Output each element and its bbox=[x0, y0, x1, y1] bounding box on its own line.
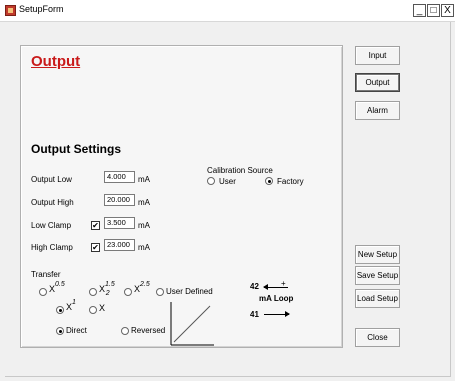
output-high-label: Output High bbox=[31, 198, 74, 207]
calibration-user-label: User bbox=[219, 177, 236, 186]
high-clamp-unit: mA bbox=[138, 243, 150, 252]
output-low-unit: mA bbox=[138, 175, 150, 184]
new-setup-button[interactable]: New Setup bbox=[355, 245, 400, 264]
reversed-radio[interactable] bbox=[121, 327, 129, 335]
transfer-curve-graph bbox=[170, 302, 214, 346]
reversed-label: Reversed bbox=[131, 326, 166, 335]
calibration-user-radio[interactable] bbox=[207, 177, 215, 185]
loop-plus-sign: + bbox=[281, 279, 286, 288]
transfer-x1-label: X1 bbox=[66, 299, 76, 312]
transfer-x15-radio[interactable] bbox=[89, 288, 97, 296]
save-setup-button[interactable]: Save Setup bbox=[355, 266, 400, 285]
transfer-user-defined-label: User Defined bbox=[166, 287, 213, 296]
calibration-factory-label: Factory bbox=[277, 177, 304, 186]
transfer-title: Transfer bbox=[31, 270, 61, 279]
minimize-button[interactable]: _ bbox=[413, 4, 426, 17]
output-nav-button[interactable]: Output bbox=[355, 73, 400, 92]
close-window-button[interactable]: X bbox=[441, 4, 454, 17]
calibration-factory-radio[interactable] bbox=[265, 177, 273, 185]
low-clamp-checkbox[interactable]: ✔ bbox=[91, 221, 100, 230]
transfer-x-label: X bbox=[99, 303, 106, 313]
input-nav-button[interactable]: Input bbox=[355, 46, 400, 65]
output-settings-title: Output Settings bbox=[31, 142, 121, 156]
title-bar: SetupForm _ □ X bbox=[0, 0, 455, 22]
load-setup-button[interactable]: Load Setup bbox=[355, 289, 400, 308]
high-clamp-field[interactable]: 23.000 bbox=[104, 239, 135, 251]
maximize-button[interactable]: □ bbox=[427, 4, 440, 17]
direct-label: Direct bbox=[66, 326, 87, 335]
low-clamp-field[interactable]: 3.500 bbox=[104, 217, 135, 229]
loop-top-number: 42 bbox=[250, 282, 259, 291]
transfer-x25-label: X2.5 bbox=[134, 281, 150, 294]
transfer-x15-label: X1.52 bbox=[99, 281, 115, 297]
app-icon bbox=[5, 5, 16, 16]
loop-bottom-number: 41 bbox=[250, 310, 259, 319]
transfer-x-radio[interactable] bbox=[89, 306, 97, 314]
window-title: SetupForm bbox=[19, 4, 64, 14]
output-low-field[interactable]: 4.000 bbox=[104, 171, 135, 183]
high-clamp-label: High Clamp bbox=[31, 243, 73, 252]
low-clamp-unit: mA bbox=[138, 221, 150, 230]
output-high-unit: mA bbox=[138, 198, 150, 207]
low-clamp-label: Low Clamp bbox=[31, 221, 72, 230]
direct-radio[interactable] bbox=[56, 327, 64, 335]
graph-curve bbox=[173, 305, 211, 343]
loop-out-arrow bbox=[264, 311, 290, 317]
transfer-x05-radio[interactable] bbox=[39, 288, 47, 296]
transfer-x1-radio[interactable] bbox=[56, 306, 64, 314]
close-button[interactable]: Close bbox=[355, 328, 400, 347]
output-high-field[interactable]: 20.000 bbox=[104, 194, 135, 206]
page-title: Output bbox=[31, 53, 81, 70]
transfer-x25-radio[interactable] bbox=[124, 288, 132, 296]
alarm-nav-button[interactable]: Alarm bbox=[355, 101, 400, 120]
transfer-x05-label: X0.5 bbox=[49, 281, 65, 294]
calibration-source-title: Calibration Source bbox=[207, 166, 273, 175]
loop-label: mA Loop bbox=[259, 294, 294, 303]
output-low-label: Output Low bbox=[31, 175, 72, 184]
transfer-user-defined-radio[interactable] bbox=[156, 288, 164, 296]
high-clamp-checkbox[interactable]: ✔ bbox=[91, 243, 100, 252]
